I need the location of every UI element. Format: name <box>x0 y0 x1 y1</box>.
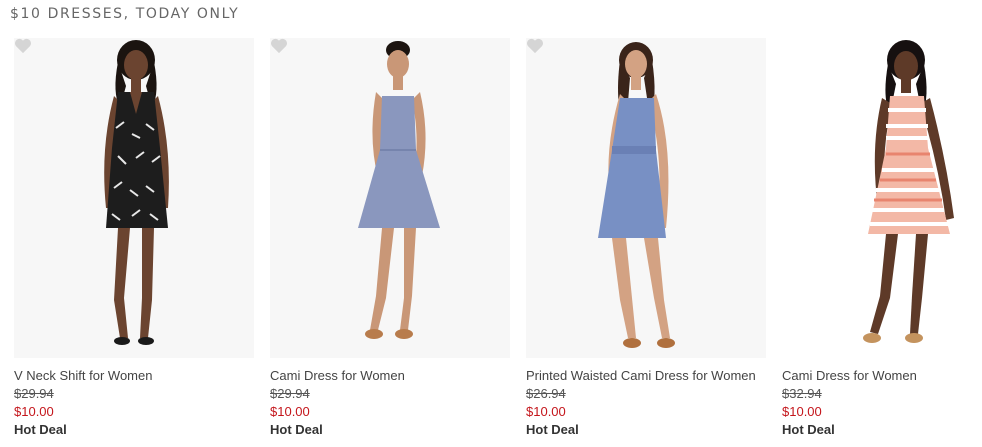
section-title: $10 DRESSES, TODAY ONLY <box>10 6 240 22</box>
product-image[interactable] <box>270 38 510 358</box>
model-figure <box>104 40 169 345</box>
product-name[interactable]: Cami Dress for Women <box>270 368 405 383</box>
product-name[interactable]: Printed Waisted Cami Dress for Women <box>526 368 756 383</box>
heart-icon[interactable] <box>270 38 288 54</box>
deal-badge: Hot Deal <box>526 422 579 437</box>
product-card[interactable]: Cami Dress for Women $32.94 $10.00 Hot D… <box>782 38 982 443</box>
original-price: $29.94 <box>14 386 54 401</box>
deal-badge: Hot Deal <box>14 422 67 437</box>
deal-badge: Hot Deal <box>782 422 835 437</box>
original-price: $26.94 <box>526 386 566 401</box>
model-figure <box>598 42 675 348</box>
model-figure <box>358 41 440 339</box>
heart-icon[interactable] <box>14 38 32 54</box>
heart-icon[interactable] <box>526 38 544 54</box>
sale-price: $10.00 <box>270 404 310 419</box>
sale-price: $10.00 <box>526 404 566 419</box>
product-image[interactable] <box>526 38 766 358</box>
product-card[interactable]: Cami Dress for Women $29.94 $10.00 Hot D… <box>270 38 510 443</box>
product-name[interactable]: V Neck Shift for Women <box>14 368 152 383</box>
original-price: $29.94 <box>270 386 310 401</box>
product-card[interactable]: V Neck Shift for Women $29.94 $10.00 Hot… <box>14 38 254 443</box>
sale-price: $10.00 <box>782 404 822 419</box>
original-price: $32.94 <box>782 386 822 401</box>
sale-price: $10.00 <box>14 404 54 419</box>
product-card[interactable]: Printed Waisted Cami Dress for Women $26… <box>526 38 766 443</box>
product-name[interactable]: Cami Dress for Women <box>782 368 917 383</box>
deal-badge: Hot Deal <box>270 422 323 437</box>
model-figure <box>863 40 954 343</box>
product-image[interactable] <box>782 38 982 358</box>
product-image[interactable] <box>14 38 254 358</box>
